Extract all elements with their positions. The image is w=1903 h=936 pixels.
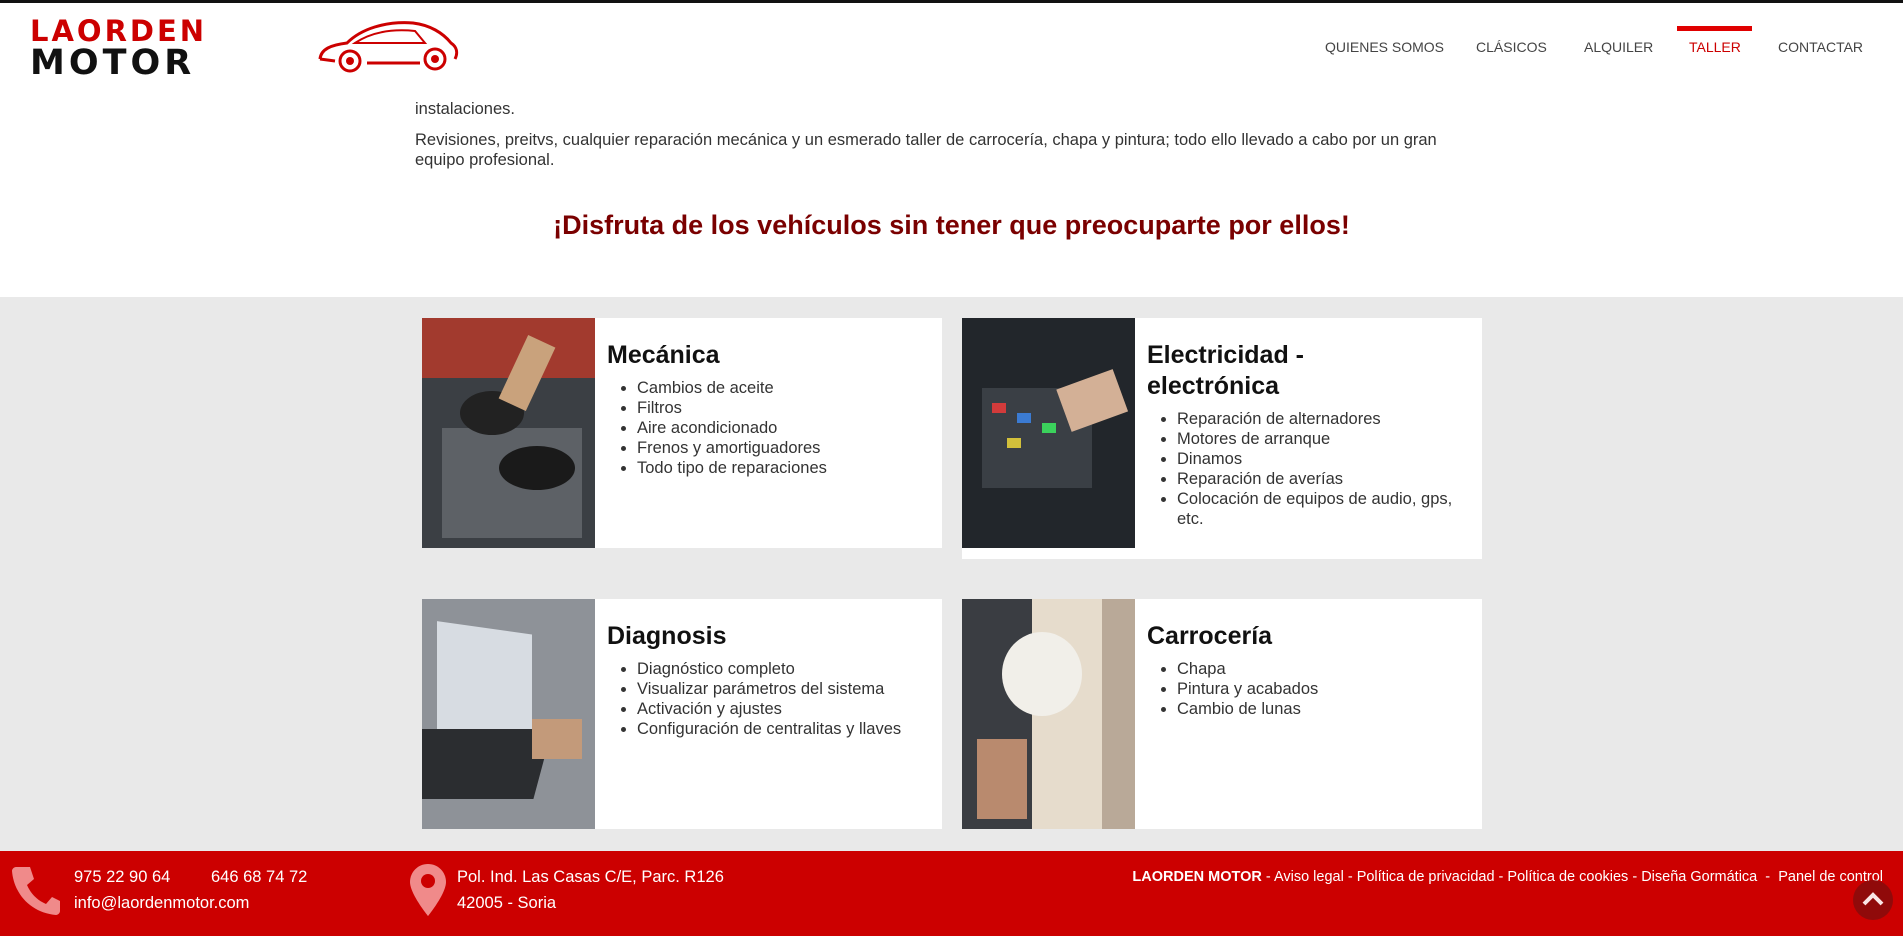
- site-footer: 975 22 90 64 646 68 74 72 info@laordenmo…: [0, 851, 1903, 936]
- logo-line1: LAORDEN: [30, 14, 208, 48]
- footer-links: LAORDEN MOTOR - Aviso legal - Política d…: [1132, 869, 1883, 885]
- service-title: Electricidad - electrónica: [1147, 341, 1304, 400]
- list-item: Cambios de aceite: [637, 378, 937, 398]
- link-aviso-legal[interactable]: Aviso legal: [1274, 869, 1344, 885]
- service-list: Cambios de aceite Filtros Aire acondicio…: [607, 378, 937, 478]
- service-card-diagnosis: Diagnosis Diagnóstico completo Visualiza…: [422, 599, 942, 829]
- list-item: Pintura y acabados: [1177, 679, 1477, 699]
- list-item: Motores de arranque: [1177, 429, 1477, 449]
- headline: ¡Disfruta de los vehículos sin tener que…: [553, 210, 1350, 240]
- link-cookies[interactable]: Política de cookies: [1507, 869, 1628, 885]
- mechanic-photo: [422, 318, 595, 548]
- service-list: Reparación de alternadores Motores de ar…: [1147, 409, 1477, 529]
- list-item: Reparación de alternadores: [1177, 409, 1477, 429]
- fuse-box-photo: [962, 318, 1135, 548]
- link-privacidad[interactable]: Política de privacidad: [1357, 869, 1495, 885]
- list-item: Todo tipo de reparaciones: [637, 458, 937, 478]
- nav-taller[interactable]: TALLER: [1689, 39, 1741, 55]
- service-list: Diagnóstico completo Visualizar parámetr…: [607, 659, 937, 739]
- chevron-up-icon: [1862, 892, 1884, 906]
- service-card-mecanica: Mecánica Cambios de aceite Filtros Aire …: [422, 318, 942, 548]
- list-item: Visualizar parámetros del sistema: [637, 679, 937, 699]
- car-logo-icon: [318, 21, 459, 73]
- service-card-carroceria: Carrocería Chapa Pintura y acabados Camb…: [962, 599, 1482, 829]
- laptop-diagnosis-photo: [422, 599, 595, 829]
- services-section: Mecánica Cambios de aceite Filtros Aire …: [0, 297, 1903, 851]
- map-pin-icon: [410, 864, 446, 916]
- site-header: LAORDEN MOTOR QUIENES SOMOS CLÁSICOS ALQ…: [0, 3, 1903, 90]
- nav-clasicos[interactable]: CLÁSICOS: [1476, 39, 1547, 55]
- nav-contactar[interactable]: CONTACTAR: [1778, 39, 1863, 55]
- list-item: Aire acondicionado: [637, 418, 937, 438]
- nav-quienes-somos[interactable]: QUIENES SOMOS: [1325, 39, 1444, 55]
- service-title: Diagnosis: [607, 622, 727, 650]
- list-item: Frenos y amortiguadores: [637, 438, 937, 458]
- list-item: Filtros: [637, 398, 937, 418]
- bodywork-photo: [962, 599, 1135, 829]
- footer-address-2: 42005 - Soria: [457, 894, 557, 912]
- list-item: Activación y ajustes: [637, 699, 937, 719]
- link-gormatica[interactable]: Diseña Gormática: [1641, 869, 1757, 885]
- logo-line2: MOTOR: [30, 43, 196, 83]
- footer-email[interactable]: info@laordenmotor.com: [74, 894, 249, 913]
- service-title: Mecánica: [607, 341, 720, 369]
- footer-phone-1[interactable]: 975 22 90 64: [74, 868, 170, 887]
- footer-phone-2[interactable]: 646 68 74 72: [211, 868, 307, 887]
- service-card-electricidad: Electricidad - electrónica Reparación de…: [962, 318, 1482, 559]
- nav-active-indicator: [1677, 26, 1752, 31]
- service-title: Carrocería: [1147, 622, 1273, 650]
- intro-text-2: Revisiones, preitvs, cualquier reparació…: [415, 131, 1437, 169]
- list-item: Diagnóstico completo: [637, 659, 937, 679]
- list-item: Chapa: [1177, 659, 1477, 679]
- list-item: Cambio de lunas: [1177, 699, 1477, 719]
- footer-brand: LAORDEN MOTOR: [1132, 869, 1262, 885]
- scroll-top-button[interactable]: [1853, 880, 1893, 920]
- footer-address-1: Pol. Ind. Las Casas C/E, Parc. R126: [457, 868, 724, 886]
- service-list: Chapa Pintura y acabados Cambio de lunas: [1147, 659, 1477, 719]
- intro-text-1: instalaciones.: [415, 100, 515, 118]
- list-item: Dinamos: [1177, 449, 1477, 469]
- list-item: Colocación de equipos de audio, gps, etc…: [1177, 489, 1477, 529]
- site-logo[interactable]: LAORDEN MOTOR: [30, 17, 460, 83]
- nav-alquiler[interactable]: ALQUILER: [1584, 39, 1653, 55]
- list-item: Configuración de centralitas y llaves: [637, 719, 937, 739]
- phone-icon: [12, 867, 60, 915]
- list-item: Reparación de averías: [1177, 469, 1477, 489]
